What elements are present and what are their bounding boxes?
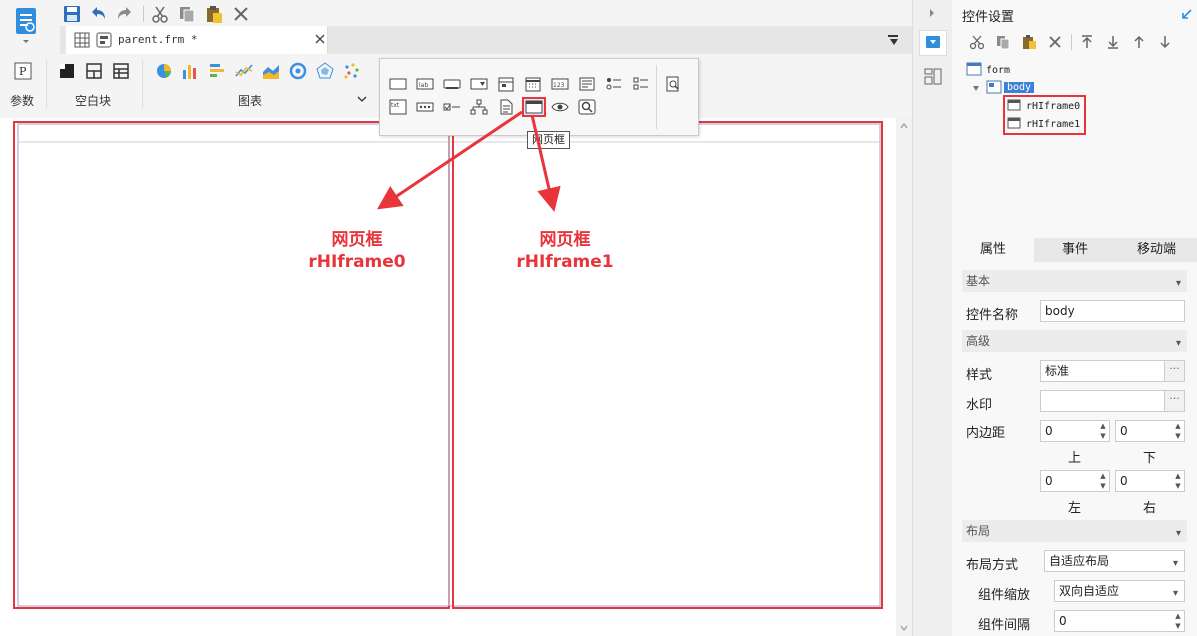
property-tabs: 属性 事件 移动端 (952, 238, 1197, 262)
widget-settings-panel: 控件设置 form body rHIframe0 rHIframe1 属性 事件… (952, 0, 1197, 636)
scale-value: 双向自适应 (1059, 584, 1120, 598)
more-icon[interactable]: ··· (1164, 361, 1184, 381)
section-basic-label: 基本 (966, 274, 991, 288)
style-field[interactable]: 标准 ··· (1040, 360, 1185, 382)
tree-expand-icon[interactable] (972, 84, 980, 92)
stepper-icon[interactable]: ▲ ▼ (1172, 611, 1184, 631)
chevron-down-icon: ▾ (1175, 528, 1181, 539)
scale-select[interactable]: 双向自适应 ▾ (1054, 580, 1185, 602)
stepper-icon[interactable]: ▲ ▼ (1172, 471, 1184, 491)
padding-right-value: 0 (1120, 474, 1128, 488)
padding-top-field[interactable]: 0 ▲ ▼ (1040, 420, 1110, 442)
scale-label: 组件缩放 (978, 588, 1031, 603)
chevron-down-icon: ▾ (1175, 278, 1181, 289)
tree-node-body[interactable]: body (1004, 82, 1035, 93)
toolbar-divider (1071, 34, 1072, 50)
stepper-icon[interactable]: ▲ ▼ (1172, 421, 1184, 441)
move-bottom-icon[interactable] (1105, 34, 1121, 50)
padding-bottom-value: 0 (1120, 424, 1128, 438)
gap-field[interactable]: 0 ▲ ▼ (1054, 610, 1185, 632)
padding-bottom-caption: 下 (1143, 451, 1157, 466)
tree-paste-icon[interactable] (1021, 34, 1037, 50)
tab-events[interactable]: 事件 (1034, 238, 1116, 262)
padding-bottom-field[interactable]: 0 ▲ ▼ (1115, 420, 1185, 442)
tree-node-rhiframe1[interactable]: rHIframe1 (1026, 119, 1080, 130)
layout-mode-label: 布局方式 (966, 558, 1019, 573)
padding-top-caption: 上 (1068, 451, 1082, 466)
arrow-to-rhiframe0 (377, 110, 523, 210)
padding-left-caption: 左 (1068, 501, 1082, 516)
section-layout[interactable]: 布局 ▾ (962, 520, 1187, 542)
panel-title: 控件设置 (962, 10, 1015, 25)
section-basic[interactable]: 基本 ▾ (962, 270, 1187, 292)
widget-name-label: 控件名称 (966, 308, 1019, 323)
body-node-icon (986, 80, 1002, 94)
tree-node-form[interactable]: form (986, 65, 1010, 76)
chevron-down-icon: ▾ (1175, 338, 1181, 349)
tree-node-rhiframe0[interactable]: rHIframe0 (1026, 101, 1080, 112)
move-down-icon[interactable] (1157, 34, 1173, 50)
form-node-icon (966, 62, 982, 76)
collapse-panel-icon[interactable] (1181, 8, 1193, 20)
tree-delete-icon[interactable] (1047, 34, 1063, 50)
layout-mode-select[interactable]: 自适应布局 ▾ (1044, 550, 1185, 572)
stepper-icon[interactable]: ▲ ▼ (1097, 471, 1109, 491)
padding-label: 内边距 (966, 426, 1006, 441)
widget-settings-tab[interactable] (919, 30, 947, 56)
padding-right-caption: 右 (1143, 501, 1157, 516)
settings-panel-icon (926, 36, 940, 48)
side-icon-strip (912, 0, 952, 636)
padding-left-field[interactable]: 0 ▲ ▼ (1040, 470, 1110, 492)
expand-arrow-icon[interactable] (927, 8, 937, 18)
chevron-down-icon: ▾ (1172, 588, 1178, 599)
tree-copy-icon[interactable] (995, 34, 1011, 50)
widget-name-field[interactable]: body (1040, 300, 1185, 322)
tab-mobile[interactable]: 移动端 (1116, 238, 1197, 262)
padding-top-value: 0 (1045, 424, 1053, 438)
stepper-icon[interactable]: ▲ ▼ (1097, 421, 1109, 441)
component-tree-icon[interactable] (923, 66, 943, 86)
layout-mode-value: 自适应布局 (1049, 554, 1110, 568)
section-layout-label: 布局 (966, 524, 991, 538)
padding-right-field[interactable]: 0 ▲ ▼ (1115, 470, 1185, 492)
style-value: 标准 (1045, 364, 1070, 378)
gap-value: 0 (1059, 614, 1067, 628)
section-advanced[interactable]: 高级 ▾ (962, 330, 1187, 352)
watermark-field[interactable]: ··· (1040, 390, 1185, 412)
section-advanced-label: 高级 (966, 334, 991, 348)
iframe-node-icon (1007, 99, 1021, 111)
watermark-label: 水印 (966, 398, 993, 413)
tab-properties[interactable]: 属性 (952, 238, 1034, 262)
padding-left-value: 0 (1045, 474, 1053, 488)
chevron-down-icon: ▾ (1172, 558, 1178, 569)
move-up-icon[interactable] (1131, 34, 1147, 50)
arrow-to-rhiframe1 (530, 114, 561, 212)
annotation-arrows (377, 110, 561, 212)
gap-label: 组件间隔 (978, 618, 1031, 633)
tree-cut-icon[interactable] (969, 34, 985, 50)
style-label: 样式 (966, 368, 993, 383)
more-icon[interactable]: ··· (1164, 391, 1184, 411)
move-top-icon[interactable] (1079, 34, 1095, 50)
iframe-node-icon (1007, 117, 1021, 129)
